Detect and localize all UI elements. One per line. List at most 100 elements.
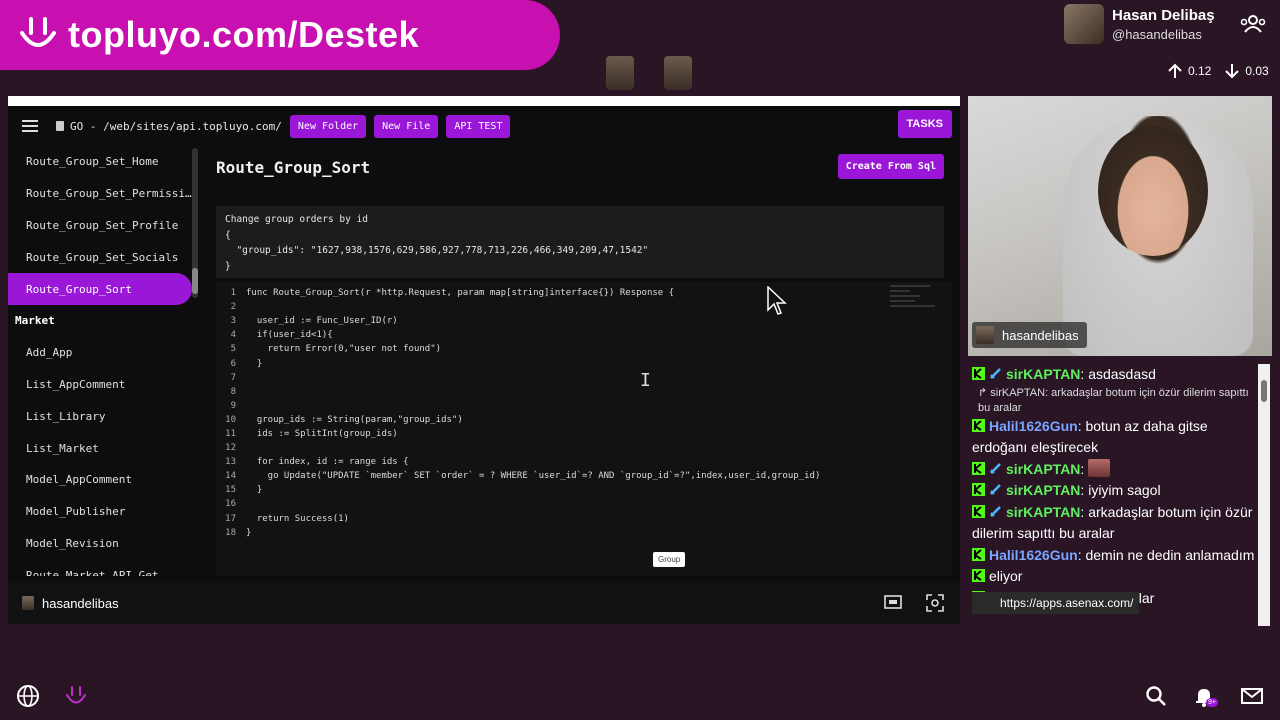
code-line[interactable]: 5 return Error(0,"user not found")	[216, 342, 952, 356]
new-file-button[interactable]: New File	[374, 114, 439, 138]
chat-message[interactable]: sirKAPTAN: arkadaşlar botum için özür di…	[968, 502, 1258, 545]
code-text: }	[246, 358, 263, 369]
sidebar-item[interactable]: Route_Group_Set_Home	[8, 146, 192, 178]
code-line[interactable]: 16	[216, 497, 952, 511]
sidebar-item[interactable]: Model_Publisher	[8, 496, 192, 528]
line-number: 17	[225, 513, 236, 524]
code-line[interactable]: 1 func Route_Group_Sort(r *http.Request, …	[216, 286, 952, 300]
sidebar-scroll-thumb[interactable]	[192, 268, 198, 294]
code-line[interactable]: 10 group_ids := String(param,"group_ids"…	[216, 413, 952, 427]
avatar[interactable]	[664, 56, 692, 90]
url-preview[interactable]: https://apps.asenax.com/	[972, 592, 1140, 614]
mail-icon[interactable]	[1240, 684, 1264, 713]
theater-mode-icon[interactable]	[884, 594, 902, 615]
code-line[interactable]: 13 for index, id := range ids {	[216, 455, 952, 469]
line-number: 12	[225, 443, 236, 454]
chat-message[interactable]: sirKAPTAN: asdasdasd	[968, 364, 1258, 386]
tasks-button[interactable]: TASKS	[897, 110, 952, 138]
notification-badge: 9+	[1206, 698, 1218, 707]
chat-username[interactable]: sirKAPTAN	[1006, 461, 1080, 477]
code-line[interactable]: 6 }	[216, 356, 952, 370]
code-line[interactable]: 4 if(user_id<1){	[216, 328, 952, 342]
network-stats: 0.12 0.03	[1166, 62, 1269, 80]
webcam-feed: hasandelibas	[968, 96, 1272, 356]
code-line[interactable]: 17 return Success(1)	[216, 512, 952, 526]
sidebar-item[interactable]: Route_Group_Set_Profile	[8, 210, 192, 242]
fullscreen-icon[interactable]	[926, 594, 944, 617]
chat-scroll-thumb[interactable]	[1261, 380, 1267, 402]
chat-username[interactable]: sirKAPTAN	[1006, 482, 1080, 498]
code-editor[interactable]: 1 func Route_Group_Sort(r *http.Request, …	[216, 282, 952, 576]
line-number: 13	[225, 457, 236, 468]
ide-window: GO - /web/sites/api.topluyo.com/ New Fol…	[8, 96, 960, 624]
sidebar-item[interactable]: Add_App	[8, 337, 192, 369]
kick-badge-icon	[972, 365, 985, 380]
chat-username[interactable]: Halil1626Gun	[989, 418, 1078, 434]
topluyo-logo-icon[interactable]	[64, 684, 88, 713]
chat-message[interactable]: eliyor	[968, 566, 1258, 588]
sidebar-item[interactable]: Route_Group_Set_Socials	[8, 241, 192, 273]
new-folder-button[interactable]: New Folder	[289, 114, 367, 138]
line-number: 15	[225, 485, 236, 496]
code-line[interactable]: 18}	[216, 526, 952, 540]
avatar[interactable]	[606, 56, 634, 90]
sidebar-item[interactable]: List_Library	[8, 400, 192, 432]
webcam-face	[1098, 126, 1208, 256]
code-text: return Error(0,"user not found")	[246, 344, 442, 355]
line-number: 6	[230, 358, 236, 369]
sidebar-item[interactable]: List_Market	[8, 432, 192, 464]
avatar	[976, 326, 994, 344]
sidebar-group-label: Market	[15, 314, 55, 328]
code-text: for index, id := range ids {	[246, 457, 409, 468]
avatar[interactable]	[1064, 4, 1104, 44]
kick-badge-icon	[972, 567, 985, 582]
chat-emote[interactable]	[1088, 458, 1111, 477]
code-line[interactable]: 12	[216, 441, 952, 455]
chat-text: asdasdasd	[1088, 366, 1156, 382]
upload-value: 0.12	[1188, 64, 1212, 78]
sidebar-item[interactable]: List_AppComment	[8, 369, 192, 401]
code-text: go Update("UPDATE `member` SET `order` =…	[246, 471, 821, 482]
sidebar-item[interactable]: Model_AppComment	[8, 464, 192, 496]
chat-username[interactable]: sirKAPTAN	[1006, 504, 1080, 520]
api-test-button[interactable]: API TEST	[446, 114, 511, 138]
chat-username[interactable]: Halil1626Gun	[989, 547, 1078, 563]
line-number: 9	[230, 400, 236, 411]
code-text: }	[246, 527, 252, 538]
search-icon[interactable]	[1144, 684, 1168, 713]
menu-icon[interactable]	[22, 120, 38, 132]
description-textarea[interactable]: Change group orders by id { "group_ids":…	[216, 206, 944, 278]
sidebar-item[interactable]: Route_Market_API_Get	[8, 559, 192, 576]
chat-message[interactable]: sirKAPTAN:	[968, 458, 1258, 481]
chat-scrollbar[interactable]	[1258, 364, 1270, 626]
code-line[interactable]: 3 user_id := Func_User_ID(r)	[216, 314, 952, 328]
code-minimap[interactable]	[886, 282, 946, 576]
code-text: ids := SplitInt(group_ids)	[246, 428, 398, 439]
sidebar-item[interactable]: Route_Group_Set_Permissi…	[8, 178, 192, 210]
brand-banner: topluyo.com/Destek	[0, 0, 560, 70]
chat-message[interactable]: sirKAPTAN: iyiyim sagol	[968, 480, 1258, 502]
hover-tooltip: Group	[653, 552, 686, 567]
create-from-sql-button[interactable]: Create From Sql	[837, 154, 944, 179]
code-line[interactable]: 8	[216, 385, 952, 399]
streamer-header[interactable]: Hasan Delibaş @hasandelibas	[1064, 4, 1215, 44]
ide-footer: hasandelibas	[8, 582, 960, 624]
sidebar-item[interactable]: Route_Group_Sort	[8, 273, 192, 305]
chat-username[interactable]: sirKAPTAN	[1006, 366, 1080, 382]
chat-message[interactable]: Halil1626Gun: demin ne dedin anlamadım	[968, 545, 1258, 567]
globe-icon[interactable]	[16, 684, 40, 713]
ide-toolbar: GO - /web/sites/api.topluyo.com/ New Fol…	[8, 106, 960, 146]
people-icon[interactable]	[1240, 14, 1266, 39]
code-line[interactable]: 11 ids := SplitInt(group_ids)	[216, 427, 952, 441]
kick-badge-icon	[972, 460, 985, 475]
code-line[interactable]: 9	[216, 399, 952, 413]
code-line[interactable]: 2	[216, 300, 952, 314]
kick-badge-icon	[972, 503, 985, 518]
code-line[interactable]: 15 }	[216, 483, 952, 497]
code-line[interactable]: 14 go Update("UPDATE `member` SET `order…	[216, 469, 952, 483]
line-number: 7	[230, 372, 236, 383]
chat-message[interactable]: Halil1626Gun: botun az daha gitse erdoğa…	[968, 416, 1258, 459]
code-line[interactable]: 7	[216, 371, 952, 385]
sword-badge-icon	[989, 460, 1002, 474]
sidebar-item[interactable]: Model_Revision	[8, 528, 192, 560]
